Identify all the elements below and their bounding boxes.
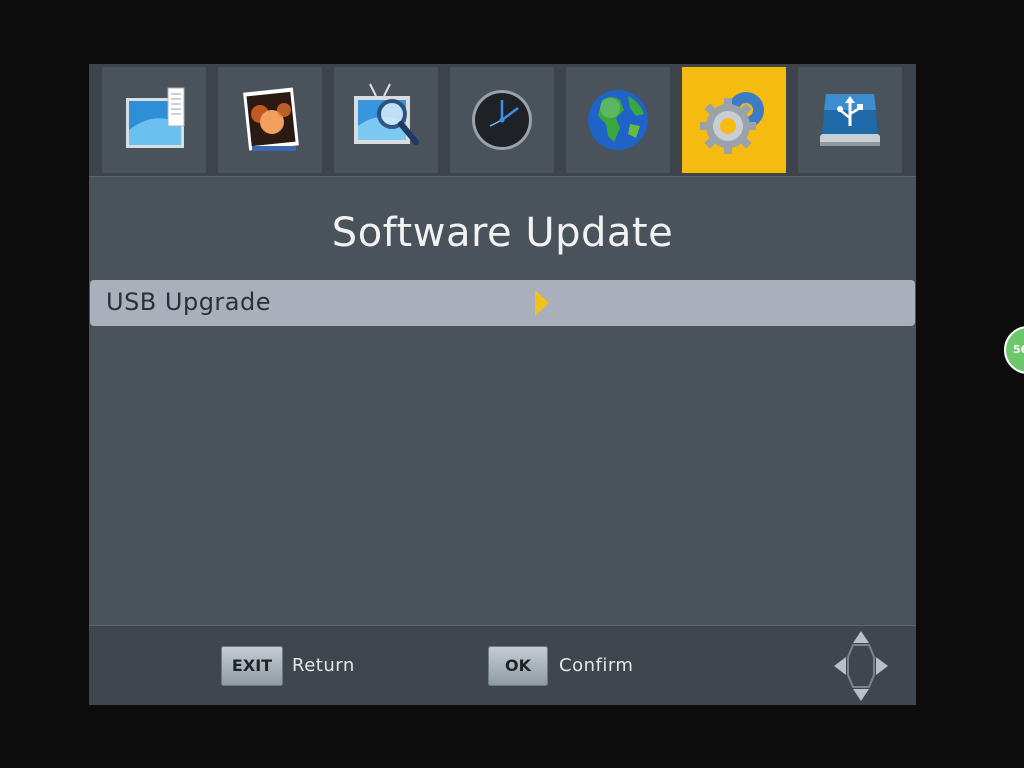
menu-panel: Software Update USB Upgrade EXIT Return … (89, 64, 916, 705)
menu-item-usb-upgrade[interactable]: USB Upgrade (90, 280, 915, 326)
time-clock-icon (472, 90, 532, 150)
page-title: Software Update (331, 210, 674, 256)
tab-time[interactable] (450, 67, 554, 173)
tv-screen: Software Update USB Upgrade EXIT Return … (0, 0, 1024, 768)
arrow-right-icon (535, 290, 549, 316)
picture-menu-icon (126, 87, 185, 148)
side-badge: 56 (1004, 326, 1024, 374)
exit-key-label: Return (292, 655, 355, 676)
channel-search-icon (354, 83, 419, 145)
ok-key-button[interactable]: OK (488, 646, 548, 686)
language-globe-icon (588, 90, 648, 150)
tab-usb[interactable] (798, 67, 902, 173)
tab-language[interactable] (566, 67, 670, 173)
menu-icon-bar (89, 64, 916, 177)
footer-key-hints: EXIT Return OK Confirm (89, 625, 916, 705)
usb-drive-icon (820, 94, 880, 146)
tab-search[interactable] (334, 67, 438, 173)
tab-system[interactable] (682, 67, 786, 173)
navigation-arrows-icon (834, 631, 888, 701)
menu-item-label: USB Upgrade (106, 288, 272, 316)
ok-key-label: Confirm (559, 655, 634, 676)
media-photo-icon (243, 87, 299, 151)
tab-picture[interactable] (102, 67, 206, 173)
exit-key-button[interactable]: EXIT (221, 646, 283, 686)
system-gears-icon (700, 92, 764, 154)
tab-media[interactable] (218, 67, 322, 173)
